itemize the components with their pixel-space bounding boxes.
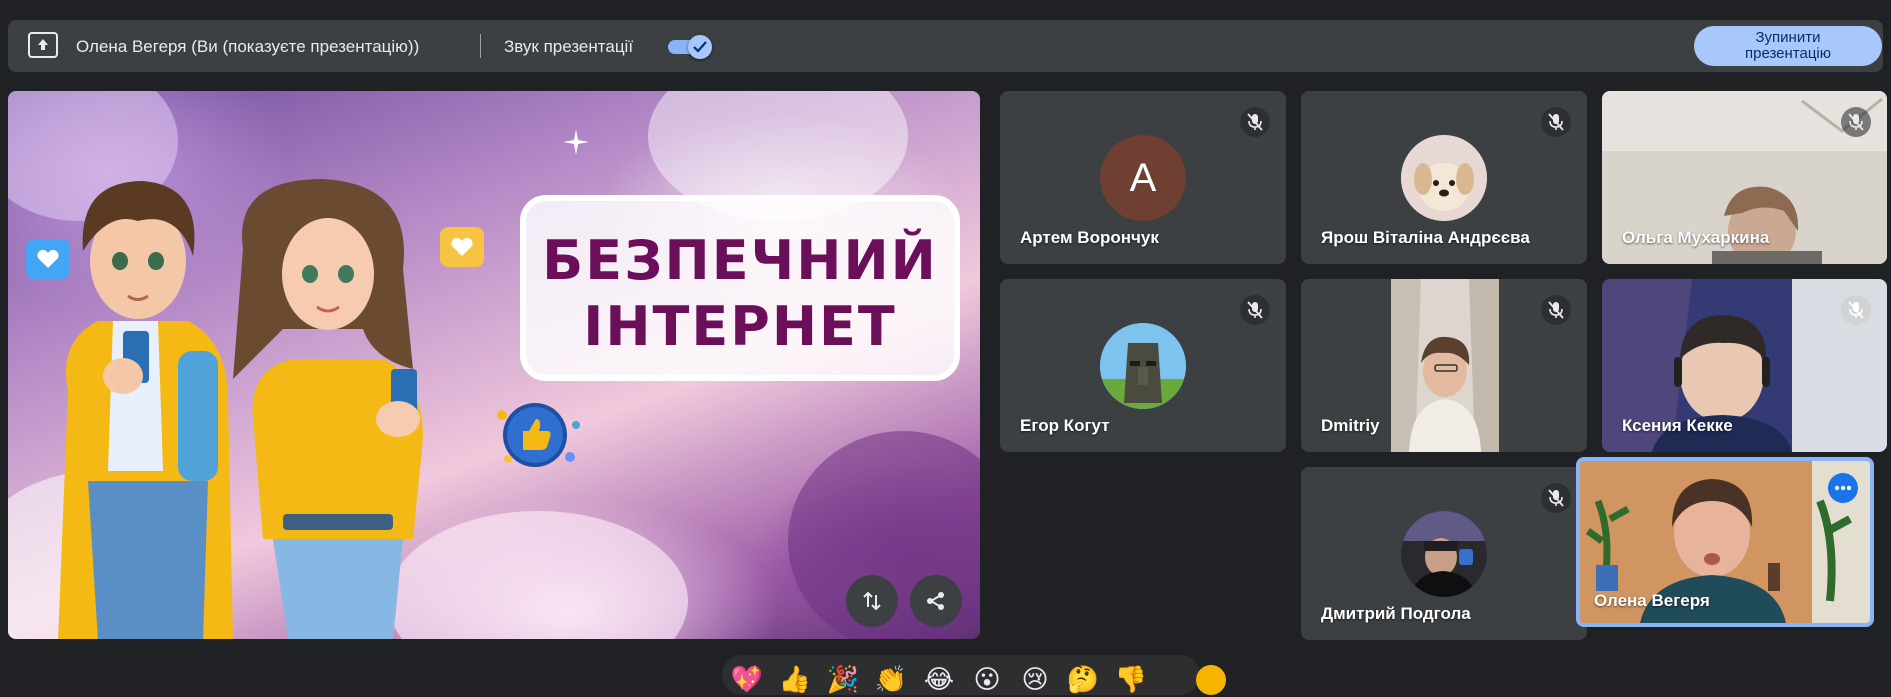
participant-tile[interactable]: Ольга Мухаркина (1602, 91, 1887, 264)
self-view-tile[interactable]: Олена Вегеря (1576, 457, 1874, 627)
mic-off-icon (1541, 483, 1571, 513)
share-icon (927, 592, 944, 610)
participant-tile[interactable]: Егор Когут (1000, 279, 1286, 452)
more-options-button[interactable] (1828, 473, 1858, 503)
reaction-party-popper[interactable]: 🎉 (826, 663, 860, 697)
share-button[interactable] (910, 575, 962, 627)
mic-off-icon (1240, 107, 1270, 137)
avatar (1401, 511, 1487, 597)
participant-name: Ольга Мухаркина (1622, 228, 1770, 247)
participant-name: Дмитрий Подгола (1321, 604, 1471, 623)
mic-off-icon (1240, 295, 1270, 325)
swap-tiles-button[interactable] (846, 575, 898, 627)
participant-name: Егор Когут (1020, 416, 1110, 435)
presentation-sound-toggle[interactable] (666, 34, 714, 60)
reaction-sparkling-heart[interactable]: 💖 (730, 663, 764, 697)
participant-tile[interactable]: Dmitriy (1301, 279, 1587, 452)
participant-name: Dmitriy (1321, 416, 1380, 435)
skin-tone-selector[interactable] (1196, 665, 1226, 695)
avatar: A (1100, 135, 1186, 221)
mic-off-icon (1841, 107, 1871, 137)
participant-tile[interactable]: A Артем Ворончук (1000, 91, 1286, 264)
slide-title-line-1: БЕЗПЕЧНИЙ (542, 229, 938, 292)
girl-illustration (233, 179, 423, 639)
divider (480, 34, 481, 58)
participant-name: Ярош Віталіна Андрєєва (1321, 228, 1530, 247)
stop-presenting-button[interactable]: Зупинити презентацію (1694, 26, 1882, 66)
mic-off-icon (1841, 295, 1871, 325)
present-screen-icon (28, 32, 58, 58)
presentation-sound-label: Звук презентації (504, 37, 634, 56)
reaction-surprised[interactable]: 😮 (970, 663, 1004, 697)
avatar (1401, 135, 1487, 221)
like-bubble-icon (497, 403, 580, 467)
check-icon (693, 41, 707, 53)
participant-tile[interactable]: Ярош Віталіна Андрєєва (1301, 91, 1587, 264)
slide-title-line-2: ІНТЕРНЕТ (583, 295, 897, 358)
presentation-bar: Олена Вегеря (Ви (показуєте презентацію)… (8, 20, 1883, 72)
participant-name: Ксения Кекке (1622, 416, 1733, 435)
mic-off-icon (1541, 107, 1571, 137)
participant-tile[interactable]: Ксения Кекке (1602, 279, 1887, 452)
reaction-thumbs-down[interactable]: 👎 (1114, 663, 1148, 697)
presenter-status-text: Олена Вегеря (Ви (показуєте презентацію)… (76, 37, 420, 56)
swap-arrows-icon (863, 591, 881, 611)
mic-off-icon (1541, 295, 1571, 325)
reaction-laughing[interactable]: 😂 (922, 663, 956, 697)
reactions-bar: 💖 👍 🎉 👏 😂 😮 😢 🤔 👎 (722, 655, 1200, 695)
presentation-slide: БЕЗПЕЧНИЙ ІНТЕРНЕТ (8, 91, 980, 639)
slide-title-card: БЕЗПЕЧНИЙ ІНТЕРНЕТ (520, 195, 960, 381)
reaction-thinking[interactable]: 🤔 (1066, 663, 1100, 697)
reaction-crying[interactable]: 😢 (1018, 663, 1052, 697)
participant-video (1391, 279, 1499, 452)
more-dots-icon (1834, 485, 1852, 491)
participant-name: Олена Вегеря (1594, 591, 1710, 610)
sparkle-icon (563, 129, 589, 155)
avatar (1100, 323, 1186, 409)
participant-name: Артем Ворончук (1020, 228, 1159, 247)
reaction-thumbs-up[interactable]: 👍 (778, 663, 812, 697)
participant-tile[interactable]: Дмитрий Подгола (1301, 467, 1587, 640)
reaction-clapping[interactable]: 👏 (874, 663, 908, 697)
